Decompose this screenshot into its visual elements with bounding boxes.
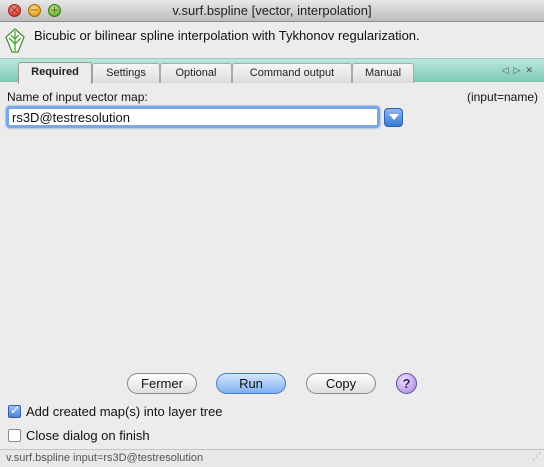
input-map-field-wrap[interactable]: [6, 106, 380, 128]
window-title: v.surf.bspline [vector, interpolation]: [172, 3, 372, 18]
input-map-label: Name of input vector map:: [7, 90, 148, 104]
tab-command-output[interactable]: Command output: [232, 63, 352, 83]
close-on-finish-checkbox[interactable]: [8, 429, 21, 442]
tab-nav[interactable]: ◁▷✕: [502, 65, 538, 76]
add-to-layer-tree-option[interactable]: Add created map(s) into layer tree: [8, 403, 223, 419]
close-on-finish-option[interactable]: Close dialog on finish: [8, 428, 150, 443]
module-description: Bicubic or bilinear spline interpolation…: [34, 28, 420, 43]
copy-button[interactable]: Copy: [306, 373, 376, 394]
input-map-field[interactable]: [9, 109, 377, 126]
tab-manual[interactable]: Manual: [352, 63, 414, 83]
help-button[interactable]: ?: [396, 373, 417, 394]
tab-optional[interactable]: Optional: [160, 63, 232, 83]
chevron-down-icon: [389, 114, 399, 120]
status-bar: v.surf.bspline input=rs3D@testresolution…: [0, 449, 544, 467]
add-to-layer-tree-checkbox[interactable]: [8, 403, 21, 418]
input-param-hint: (input=name): [466, 90, 538, 104]
grass-logo-icon: [5, 28, 25, 53]
map-select-dropdown-button[interactable]: [384, 108, 403, 127]
resize-grip-icon[interactable]: ⋰: [532, 448, 541, 465]
close-button[interactable]: Fermer: [127, 373, 197, 394]
tab-required[interactable]: Required: [18, 62, 92, 84]
add-to-layer-tree-label: Add created map(s) into layer tree: [26, 404, 223, 419]
tab-settings[interactable]: Settings: [92, 63, 160, 83]
title-bar[interactable]: × − + v.surf.bspline [vector, interpolat…: [0, 0, 544, 22]
tab-strip: Required Settings Optional Command outpu…: [0, 58, 544, 84]
status-text: v.surf.bspline input=rs3D@testresolution: [6, 452, 204, 464]
right-arrow-icon[interactable]: ▷: [514, 65, 526, 75]
run-button[interactable]: Run: [216, 373, 286, 394]
left-arrow-icon[interactable]: ◁: [502, 65, 514, 75]
close-on-finish-label: Close dialog on finish: [26, 428, 150, 443]
module-header: Bicubic or bilinear spline interpolation…: [0, 22, 544, 58]
close-icon[interactable]: ✕: [525, 65, 538, 75]
